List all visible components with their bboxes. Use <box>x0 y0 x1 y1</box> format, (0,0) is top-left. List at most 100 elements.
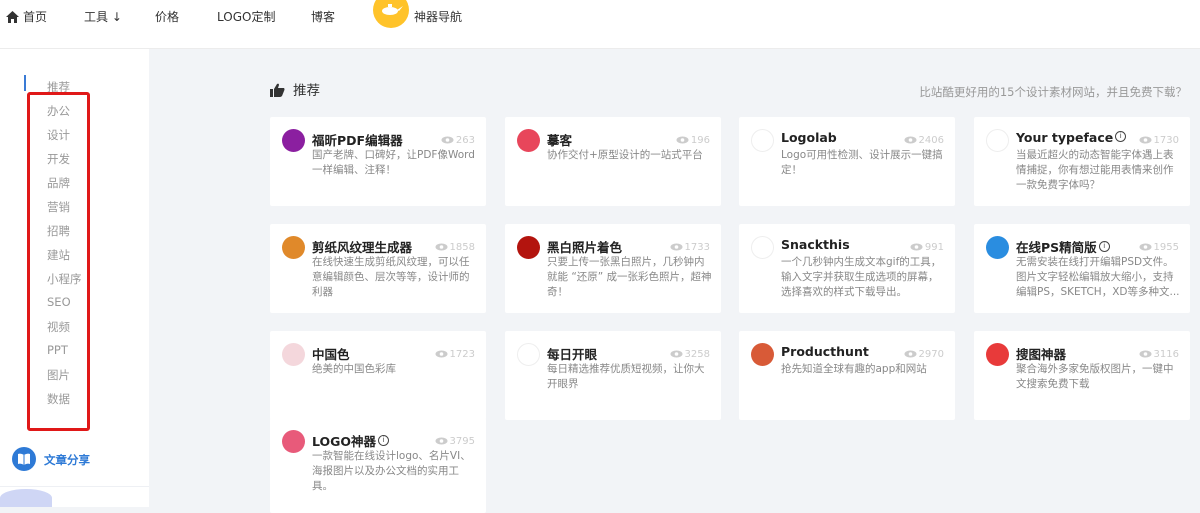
tool-card-description: 无需安装在线打开编辑PSD文件。图片文字轻松编辑放大缩小，支持编辑PS，SKET… <box>1016 256 1180 298</box>
tool-card-title: Producthunt <box>781 344 869 359</box>
tool-card[interactable]: 在线PS精简版 i 1955 无需安装在线打开编辑PSD文件。图片文字轻松编辑放大缩小… <box>974 224 1190 313</box>
home-icon <box>6 11 19 23</box>
tool-card[interactable]: 搜图神器 3116 聚合海外多家免版权图片，一键中文搜索免费下载 <box>974 331 1190 420</box>
view-count-value: 3116 <box>1153 349 1179 360</box>
tool-card-description: 聚合海外多家免版权图片，一键中文搜索免费下载 <box>1016 363 1174 390</box>
info-icon[interactable]: i <box>378 435 390 446</box>
tool-card[interactable]: Logolab 2406 Logo可用性检测、设计展示一键搞定！ <box>739 117 955 206</box>
tool-card-title-text: 搜图神器 <box>1016 347 1067 362</box>
tool-card-description: 每日精选推荐优质短视频，让你大开眼界 <box>547 363 705 390</box>
view-count-value: 3795 <box>449 436 475 447</box>
tool-card-description: 协作交付+原型设计的一站式平台 <box>547 149 703 161</box>
eye-icon <box>441 136 454 144</box>
eye-icon <box>1139 243 1152 251</box>
section-subtitle-link[interactable]: 比站酷更好用的15个设计素材网站，并且免费下载？ <box>919 84 1187 100</box>
article-share-label: 文章分享 <box>44 453 90 467</box>
photoshop-icon <box>986 236 1009 259</box>
eye-icon <box>1139 350 1152 358</box>
tool-card-description: 当最近超火的动态智能字体遇上表情捕捉，你有想过能用表情来创作一款免费字体吗？ <box>1016 149 1174 191</box>
view-count: 2970 <box>904 349 944 360</box>
highlight-box <box>27 92 90 431</box>
info-icon[interactable]: i <box>1098 241 1110 252</box>
view-count-value: 2406 <box>918 135 944 146</box>
tool-card-title: 摹客 <box>547 130 572 149</box>
tool-card-title: 搜图神器 <box>1016 344 1066 363</box>
tool-card-title: Snackthis <box>781 237 850 252</box>
tool-card-title: LOGO神器 i <box>312 431 390 450</box>
book-icon <box>12 447 36 471</box>
view-count: 1858 <box>435 242 475 253</box>
tool-card-title-text: 摹客 <box>547 133 573 148</box>
tool-card-title: 黑白照片着色 <box>547 237 622 256</box>
view-count: 2406 <box>904 135 944 146</box>
eyepetizer-icon <box>517 343 540 366</box>
foxit-pdf-icon <box>282 129 305 152</box>
view-count: 1723 <box>435 349 475 360</box>
active-indicator <box>24 75 26 91</box>
tool-card[interactable]: 黑白照片着色 1733 只要上传一张黑白照片，几秒钟内就能 “还原” 成一张彩色照片… <box>505 224 721 313</box>
view-count: 263 <box>441 135 475 146</box>
tool-card-title: 福昕PDF编辑器 <box>312 130 403 149</box>
eye-icon <box>435 437 448 445</box>
tool-card[interactable]: Snackthis 991 一个几秒钟内生成文本gif的工具，输入文字并获取生成选项… <box>739 224 955 313</box>
tool-card[interactable]: 摹客 196 协作交付+原型设计的一站式平台 <box>505 117 721 206</box>
tool-card-description: Logo可用性检测、设计展示一键搞定！ <box>781 149 943 176</box>
tool-card[interactable]: Your typeface i 1730 当最近超火的动态智能字体遇上表情捕捉，你有想… <box>974 117 1190 206</box>
snackthis-icon <box>751 236 774 259</box>
tool-card-title: 在线PS精简版 i <box>1016 237 1110 256</box>
eye-icon <box>1139 136 1152 144</box>
tool-card[interactable]: 每日开眼 3258 每日精选推荐优质短视频，让你大开眼界 <box>505 331 721 420</box>
tool-card-description: 只要上传一张黑白照片，几秒钟内就能 “还原” 成一张彩色照片，超神奇！ <box>547 256 712 298</box>
view-count-value: 3258 <box>684 349 710 360</box>
info-icon[interactable]: i <box>1115 131 1127 142</box>
tool-card[interactable]: 剪纸风纹理生成器 1858 在线快速生成剪纸风纹理，可以任意编辑颜色、层次等等，设计… <box>270 224 486 313</box>
nav-logo-custom[interactable]: LOGO定制 <box>217 8 275 25</box>
nav-price[interactable]: 价格 <box>155 8 179 25</box>
eye-icon <box>435 243 448 251</box>
nav-blog[interactable]: 博客 <box>311 8 335 25</box>
top-nav: 首页 工具 ↓ 价格 LOGO定制 博客 神器导航 <box>0 0 1200 49</box>
tool-card-title-text: 黑白照片着色 <box>547 240 623 255</box>
view-count: 1955 <box>1139 242 1179 253</box>
tool-card-title: Your typeface i <box>1016 130 1127 145</box>
tool-card[interactable]: LOGO神器 i 3795 一款智能在线设计logo、名片VI、海报图片以及办公文档的… <box>270 418 486 513</box>
tool-card-description: 抢先知道全球有趣的app和网站 <box>781 363 927 375</box>
magic-lamp-icon[interactable] <box>373 0 409 28</box>
tool-card-title-text: Your typeface <box>1016 130 1114 145</box>
tool-card[interactable]: Producthunt 2970 抢先知道全球有趣的app和网站 <box>739 331 955 420</box>
image-search-icon <box>986 343 1009 366</box>
tool-card[interactable]: 福昕PDF编辑器 263 国产老牌、口碑好，让PDF像Word一样编辑、注释！ <box>270 117 486 206</box>
producthunt-icon <box>751 343 774 366</box>
tool-card-title-text: 在线PS精简版 <box>1016 240 1097 255</box>
section-title: 推荐 <box>270 79 320 99</box>
logolab-icon <box>751 129 774 152</box>
tool-card-title-text: 每日开眼 <box>547 347 598 362</box>
tool-card-title: 中国色 <box>312 344 350 363</box>
sidebar-divider <box>0 486 149 487</box>
tool-card[interactable]: 中国色 1723 绝美的中国色彩库 <box>270 331 486 420</box>
nav-home[interactable]: 首页 <box>6 8 47 25</box>
view-count-value: 991 <box>924 242 944 253</box>
view-count: 3116 <box>1139 349 1179 360</box>
nav-tools[interactable]: 工具 ↓ <box>84 8 122 25</box>
view-count-value: 1723 <box>449 349 475 360</box>
tool-card-title-text: 剪纸风纹理生成器 <box>312 240 413 255</box>
decorative-blob <box>0 489 52 507</box>
tool-card-title: Logolab <box>781 130 837 145</box>
chinese-color-icon <box>282 343 305 366</box>
eye-icon <box>670 350 683 358</box>
tool-card-title-text: 中国色 <box>312 347 350 362</box>
tool-card-description: 在线快速生成剪纸风纹理，可以任意编辑颜色、层次等等，设计师的利器 <box>312 256 470 298</box>
tool-card-title-text: LOGO神器 <box>312 434 377 449</box>
view-count: 1730 <box>1139 135 1179 146</box>
tool-card-title: 每日开眼 <box>547 344 597 363</box>
nav-tool-navigation[interactable]: 神器导航 <box>414 8 462 25</box>
view-count: 1733 <box>670 242 710 253</box>
tool-card-title-text: Producthunt <box>781 344 869 359</box>
mockplus-icon <box>517 129 540 152</box>
tool-card-description: 一款智能在线设计logo、名片VI、海报图片以及办公文档的实用工具。 <box>312 450 471 492</box>
tool-card-title: 剪纸风纹理生成器 <box>312 237 412 256</box>
eye-icon <box>904 136 917 144</box>
logo-maker-icon <box>282 430 305 453</box>
view-count-value: 1730 <box>1153 135 1179 146</box>
